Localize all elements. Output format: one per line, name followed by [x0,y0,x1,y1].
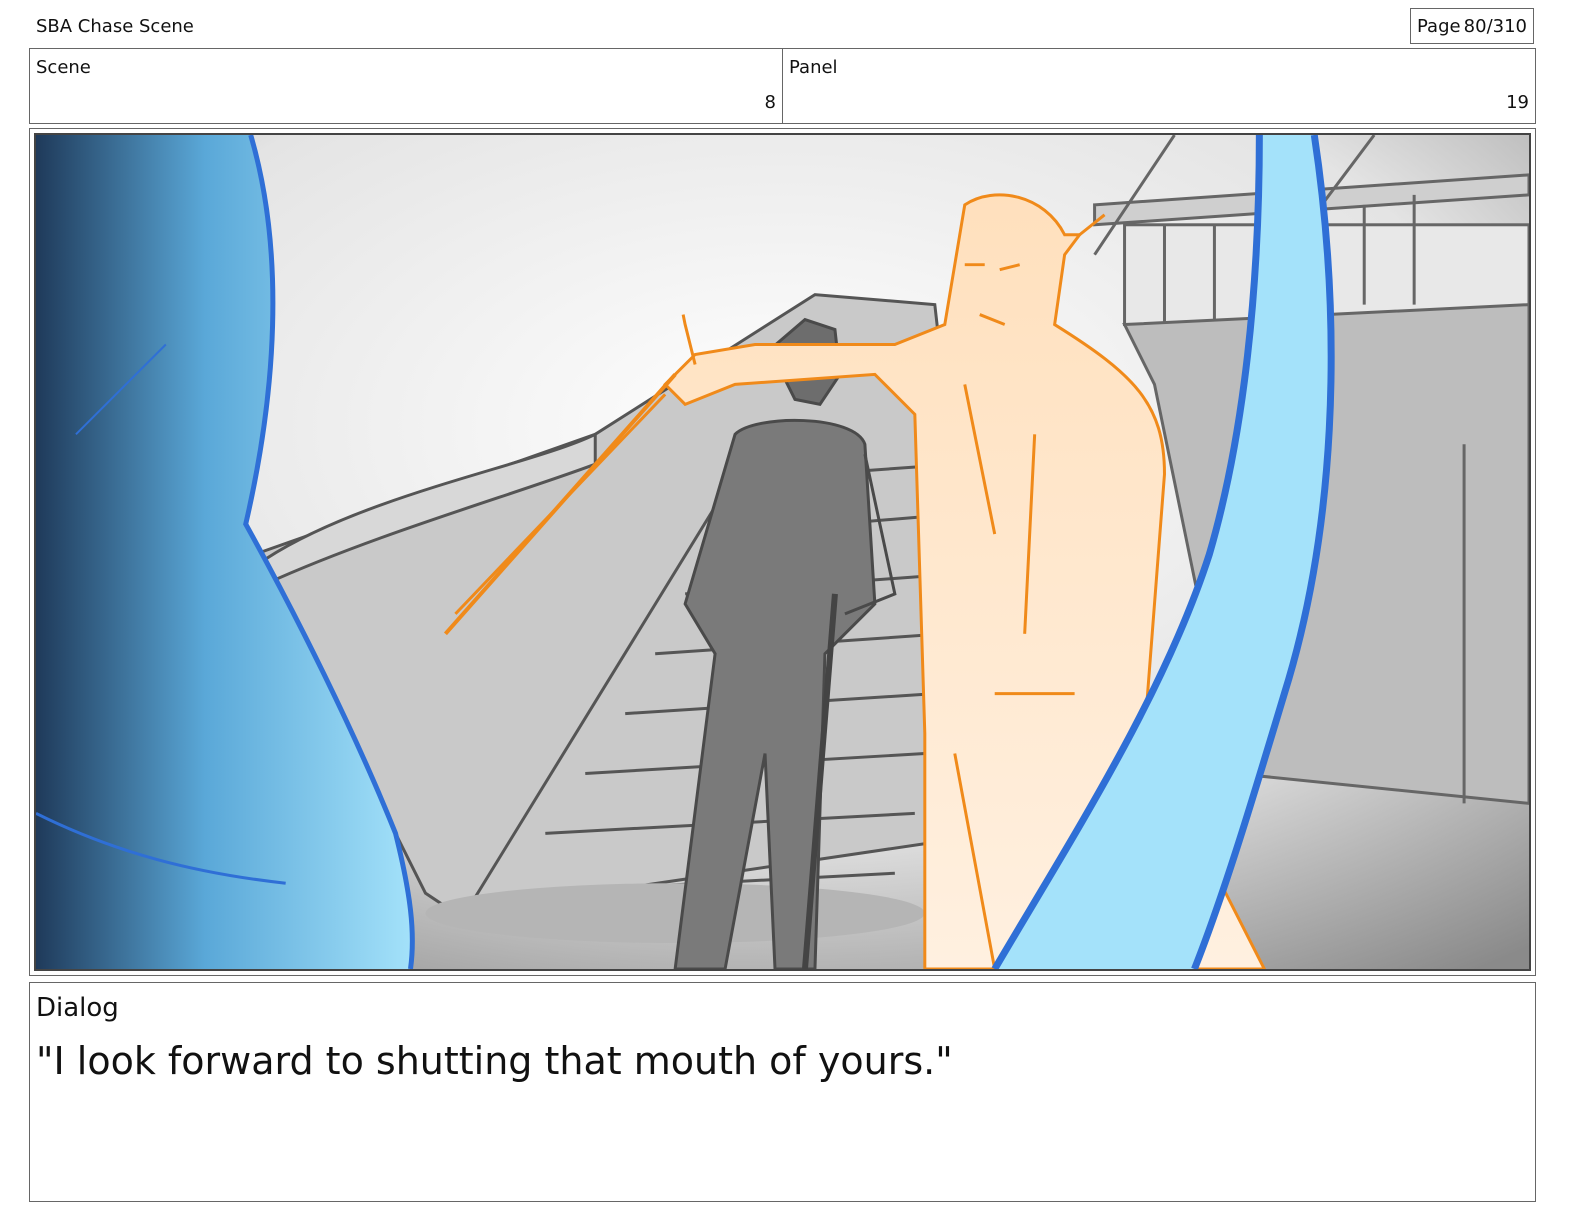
ground-shadow [425,883,925,944]
document-title: SBA Chase Scene [36,16,194,37]
storyboard-image [34,133,1531,971]
storyboard-drawing [36,135,1529,969]
panel-cell: Panel 19 [782,49,1535,123]
dialog-box: Dialog "I look forward to shutting that … [29,982,1536,1202]
panel-number: 19 [1506,92,1529,113]
storyboard-frame [29,128,1536,976]
page-label: Page [1417,15,1461,37]
dialog-label: Dialog [36,993,119,1023]
scene-number: 8 [764,92,776,113]
scene-label: Scene [36,57,91,78]
dialog-text: "I look forward to shutting that mouth o… [36,1039,953,1083]
panel-label: Panel [789,57,838,78]
scene-panel-row: Scene 8 Panel 19 [29,48,1536,124]
scene-cell: Scene 8 [30,49,782,123]
page-number: 80/310 [1463,15,1527,37]
page-indicator: Page 80/310 [1410,8,1534,44]
